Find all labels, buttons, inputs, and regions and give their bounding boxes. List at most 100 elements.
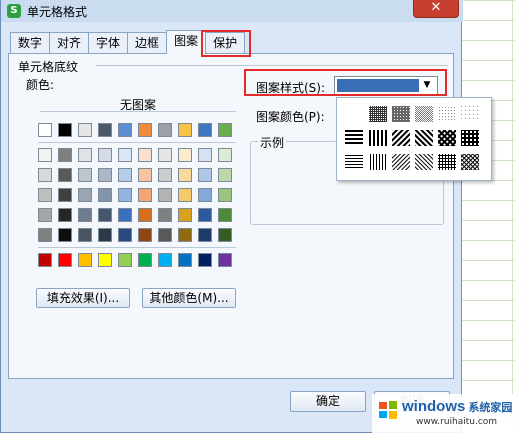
theme-color-swatch[interactable] <box>178 123 192 137</box>
tint-color-swatch[interactable] <box>198 188 212 202</box>
tint-color-swatch[interactable] <box>178 228 192 242</box>
pattern-option-cross-thick[interactable] <box>461 130 479 146</box>
pattern-option-dots-25[interactable] <box>438 106 456 122</box>
tint-color-swatch[interactable] <box>58 228 72 242</box>
tint-color-swatch[interactable] <box>218 188 232 202</box>
tint-color-swatch[interactable] <box>218 208 232 222</box>
ok-button[interactable]: 确定 <box>290 391 366 412</box>
tint-color-swatch[interactable] <box>138 168 152 182</box>
pattern-option-crosshatch-thin[interactable] <box>461 154 479 170</box>
tint-color-swatch[interactable] <box>178 188 192 202</box>
pattern-option-crosshatch-diag-thick[interactable] <box>438 130 456 146</box>
pattern-option-diag-fwd-thick[interactable] <box>415 130 433 146</box>
tint-color-swatch[interactable] <box>58 148 72 162</box>
pattern-option-dots-50[interactable] <box>415 106 433 122</box>
theme-color-swatch[interactable] <box>118 123 132 137</box>
standard-color-swatch[interactable] <box>218 253 232 267</box>
tint-color-swatch[interactable] <box>158 168 172 182</box>
tint-color-swatch[interactable] <box>118 188 132 202</box>
tint-color-swatch[interactable] <box>158 188 172 202</box>
pattern-option-hstripe-thick[interactable] <box>345 130 363 146</box>
theme-color-swatch[interactable] <box>58 123 72 137</box>
tint-color-swatch[interactable] <box>218 228 232 242</box>
pattern-option-hstripe-thin[interactable] <box>345 154 363 170</box>
tint-color-swatch[interactable] <box>58 188 72 202</box>
tint-color-swatch[interactable] <box>198 148 212 162</box>
theme-color-swatch[interactable] <box>158 123 172 137</box>
tint-color-swatch[interactable] <box>98 148 112 162</box>
palette-standard-row <box>38 253 232 267</box>
tint-color-swatch[interactable] <box>178 148 192 162</box>
tint-color-swatch[interactable] <box>138 188 152 202</box>
tint-color-swatch[interactable] <box>78 168 92 182</box>
tint-color-swatch[interactable] <box>38 208 52 222</box>
theme-color-swatch[interactable] <box>98 123 112 137</box>
tint-color-swatch[interactable] <box>138 228 152 242</box>
tint-color-swatch[interactable] <box>178 168 192 182</box>
theme-color-swatch[interactable] <box>198 123 212 137</box>
theme-color-swatch[interactable] <box>218 123 232 137</box>
tint-color-swatch[interactable] <box>118 228 132 242</box>
tint-color-swatch[interactable] <box>158 208 172 222</box>
tint-color-swatch[interactable] <box>118 168 132 182</box>
tint-color-swatch[interactable] <box>38 168 52 182</box>
tab-number[interactable]: 数字 <box>10 32 51 54</box>
standard-color-swatch[interactable] <box>138 253 152 267</box>
theme-color-swatch[interactable] <box>38 123 52 137</box>
tint-color-swatch[interactable] <box>58 168 72 182</box>
pattern-style-popup <box>336 97 492 181</box>
tint-color-swatch[interactable] <box>218 168 232 182</box>
pattern-option-solid-75[interactable] <box>369 106 387 122</box>
tint-color-swatch[interactable] <box>218 148 232 162</box>
tab-alignment[interactable]: 对齐 <box>49 32 90 54</box>
pattern-option-diag-fwd-thin[interactable] <box>415 154 433 170</box>
pattern-option-grid-thin[interactable] <box>438 154 456 170</box>
fill-effects-button[interactable]: 填充效果(I)... <box>36 288 130 308</box>
pattern-option-grid-dense[interactable] <box>392 106 410 122</box>
more-colors-button[interactable]: 其他颜色(M)... <box>142 288 236 308</box>
standard-color-swatch[interactable] <box>198 253 212 267</box>
tint-color-swatch[interactable] <box>118 208 132 222</box>
tint-color-swatch[interactable] <box>118 148 132 162</box>
standard-color-swatch[interactable] <box>118 253 132 267</box>
tint-color-swatch[interactable] <box>198 228 212 242</box>
tint-color-swatch[interactable] <box>98 188 112 202</box>
tab-border[interactable]: 边框 <box>127 32 168 54</box>
tint-color-swatch[interactable] <box>138 148 152 162</box>
pattern-option-diag-back-thin[interactable] <box>392 154 410 170</box>
tint-color-swatch[interactable] <box>38 188 52 202</box>
theme-color-swatch[interactable] <box>78 123 92 137</box>
standard-color-swatch[interactable] <box>78 253 92 267</box>
pattern-option-vstripe-thick[interactable] <box>369 130 387 146</box>
tint-color-swatch[interactable] <box>158 228 172 242</box>
tint-color-swatch[interactable] <box>78 228 92 242</box>
theme-color-swatch[interactable] <box>138 123 152 137</box>
pattern-option-vstripe-thin[interactable] <box>369 154 387 170</box>
close-button[interactable]: ✕ <box>413 0 459 18</box>
standard-color-swatch[interactable] <box>58 253 72 267</box>
pattern-color-label: 图案颜色(P): <box>256 110 325 124</box>
no-pattern-option[interactable]: 无图案 <box>40 96 236 112</box>
tint-color-swatch[interactable] <box>98 228 112 242</box>
tint-color-swatch[interactable] <box>38 228 52 242</box>
standard-color-swatch[interactable] <box>38 253 52 267</box>
tab-font[interactable]: 字体 <box>88 32 129 54</box>
tint-color-swatch[interactable] <box>138 208 152 222</box>
tint-color-swatch[interactable] <box>78 188 92 202</box>
tint-color-swatch[interactable] <box>58 208 72 222</box>
tint-color-swatch[interactable] <box>198 168 212 182</box>
tint-color-swatch[interactable] <box>78 208 92 222</box>
tint-color-swatch[interactable] <box>38 148 52 162</box>
tint-color-swatch[interactable] <box>178 208 192 222</box>
standard-color-swatch[interactable] <box>178 253 192 267</box>
tint-color-swatch[interactable] <box>78 148 92 162</box>
tint-color-swatch[interactable] <box>198 208 212 222</box>
standard-color-swatch[interactable] <box>158 253 172 267</box>
pattern-row-2 <box>345 130 479 146</box>
pattern-option-dots-12[interactable] <box>461 106 479 122</box>
standard-color-swatch[interactable] <box>98 253 112 267</box>
tint-color-swatch[interactable] <box>158 148 172 162</box>
tint-color-swatch[interactable] <box>98 168 112 182</box>
tint-color-swatch[interactable] <box>98 208 112 222</box>
pattern-option-diag-back-thick[interactable] <box>392 130 410 146</box>
